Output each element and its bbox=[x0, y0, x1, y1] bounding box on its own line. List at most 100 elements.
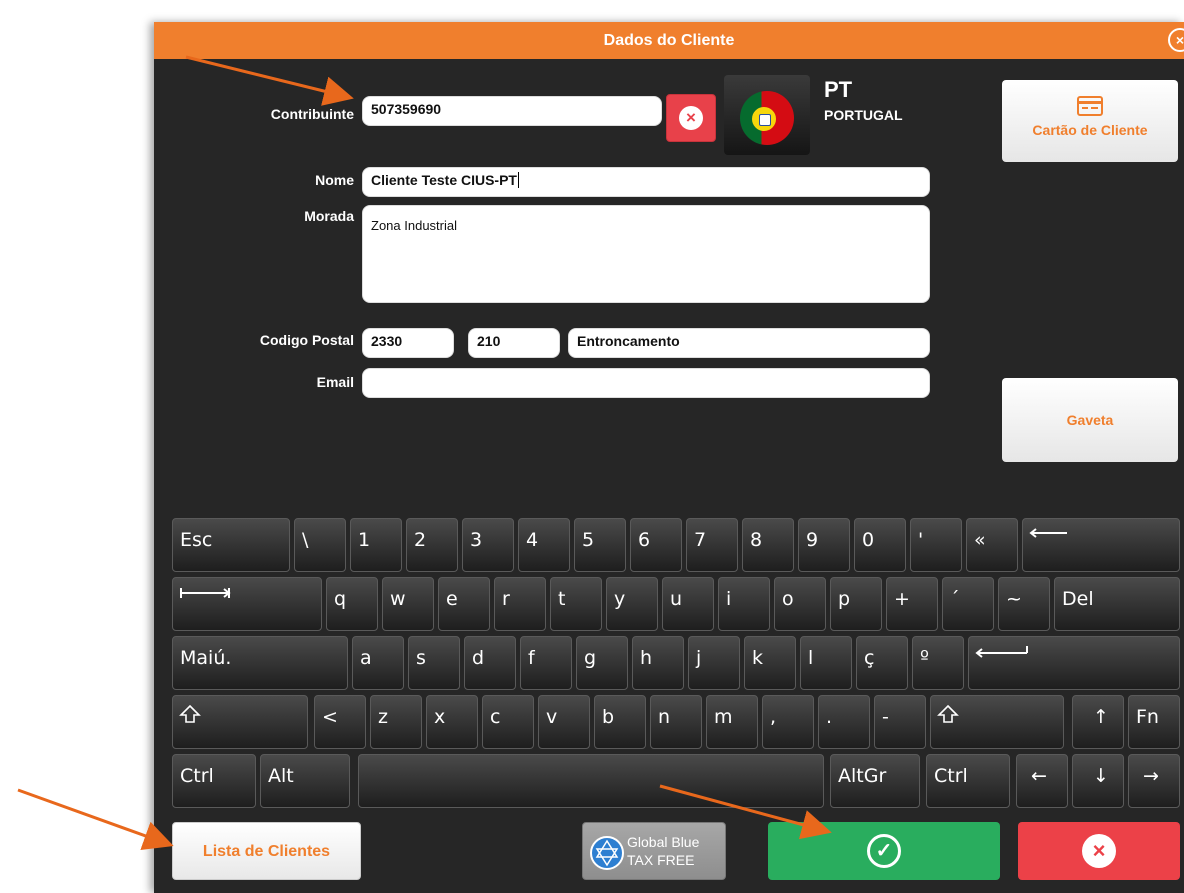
key-hyphen[interactable]: - bbox=[874, 695, 926, 749]
country-select-button[interactable] bbox=[724, 75, 810, 155]
check-circle-icon: ✓ bbox=[867, 834, 901, 868]
card-icon bbox=[1077, 96, 1103, 116]
key-j[interactable]: j bbox=[688, 636, 740, 690]
gaveta-label: Gaveta bbox=[1066, 412, 1114, 428]
localidade-field[interactable]: Entroncamento bbox=[568, 328, 930, 358]
key-arrow-up[interactable]: ↑ bbox=[1072, 695, 1124, 749]
contribuinte-field[interactable]: 507359690 bbox=[362, 96, 662, 126]
key-4[interactable]: 4 bbox=[518, 518, 570, 572]
key-t[interactable]: t bbox=[550, 577, 602, 631]
key-x[interactable]: x bbox=[426, 695, 478, 749]
key-g[interactable]: g bbox=[576, 636, 628, 690]
key-n[interactable]: n bbox=[650, 695, 702, 749]
key-k[interactable]: k bbox=[744, 636, 796, 690]
key-del[interactable]: Del bbox=[1054, 577, 1180, 631]
key-l[interactable]: l bbox=[800, 636, 852, 690]
key-shift-right[interactable] bbox=[930, 695, 1064, 749]
cartao-cliente-label: Cartão de Cliente bbox=[1032, 122, 1148, 138]
key-m[interactable]: m bbox=[706, 695, 758, 749]
morada-field[interactable]: Zona Industrial bbox=[362, 205, 930, 303]
close-circle-icon: × bbox=[1082, 834, 1116, 868]
key-altgr[interactable]: AltGr bbox=[830, 754, 920, 808]
key-5[interactable]: 5 bbox=[574, 518, 626, 572]
key-8[interactable]: 8 bbox=[742, 518, 794, 572]
clear-contribuinte-button[interactable]: × bbox=[666, 94, 716, 142]
confirm-button[interactable]: ✓ bbox=[768, 822, 1000, 880]
key-q[interactable]: q bbox=[326, 577, 378, 631]
shift-icon bbox=[937, 704, 959, 723]
close-icon[interactable]: × bbox=[1168, 28, 1184, 52]
key-h[interactable]: h bbox=[632, 636, 684, 690]
key-period[interactable]: . bbox=[818, 695, 870, 749]
key-e[interactable]: e bbox=[438, 577, 490, 631]
key-c-cedilla[interactable]: ç bbox=[856, 636, 908, 690]
cartao-cliente-button[interactable]: Cartão de Cliente bbox=[1002, 80, 1178, 162]
key-s[interactable]: s bbox=[408, 636, 460, 690]
key-alt[interactable]: Alt bbox=[260, 754, 350, 808]
key-a[interactable]: a bbox=[352, 636, 404, 690]
close-circle-icon: × bbox=[679, 106, 703, 130]
dialog-title-bar: Dados do Cliente × bbox=[154, 22, 1184, 59]
codigo-postal-field-2[interactable]: 210 bbox=[468, 328, 560, 358]
contribuinte-label: Contribuinte bbox=[270, 106, 354, 122]
tax-free-label: TAX FREE bbox=[627, 852, 695, 868]
country-name: PORTUGAL bbox=[824, 107, 903, 123]
tab-icon bbox=[180, 588, 231, 598]
codigo-postal-label: Codigo Postal bbox=[259, 332, 354, 348]
key-b[interactable]: b bbox=[594, 695, 646, 749]
key-c[interactable]: c bbox=[482, 695, 534, 749]
key-1[interactable]: 1 bbox=[350, 518, 402, 572]
portugal-flag-icon bbox=[740, 91, 794, 145]
key-plus[interactable]: + bbox=[886, 577, 938, 631]
email-field[interactable] bbox=[362, 368, 930, 398]
key-esc[interactable]: Esc bbox=[172, 518, 290, 572]
key-0[interactable]: 0 bbox=[854, 518, 906, 572]
key-y[interactable]: y bbox=[606, 577, 658, 631]
key-backslash[interactable]: \ bbox=[294, 518, 346, 572]
key-z[interactable]: z bbox=[370, 695, 422, 749]
key-apostrophe[interactable]: ' bbox=[910, 518, 962, 572]
nome-label: Nome bbox=[315, 172, 354, 188]
key-backspace[interactable] bbox=[1022, 518, 1180, 572]
key-d[interactable]: d bbox=[464, 636, 516, 690]
key-6[interactable]: 6 bbox=[630, 518, 682, 572]
cancel-button[interactable]: × bbox=[1018, 822, 1180, 880]
codigo-postal-field-1[interactable]: 2330 bbox=[362, 328, 454, 358]
key-ctrl-left[interactable]: Ctrl bbox=[172, 754, 256, 808]
key-tilde[interactable]: ~ bbox=[998, 577, 1050, 631]
key-u[interactable]: u bbox=[662, 577, 714, 631]
key-arrow-down[interactable]: ↓ bbox=[1072, 754, 1124, 808]
nome-field[interactable]: Cliente Teste CIUS-PT bbox=[362, 167, 930, 197]
key-r[interactable]: r bbox=[494, 577, 546, 631]
key-v[interactable]: v bbox=[538, 695, 590, 749]
key-tab[interactable] bbox=[172, 577, 322, 631]
email-label: Email bbox=[316, 374, 354, 390]
key-space[interactable] bbox=[358, 754, 824, 808]
key-2[interactable]: 2 bbox=[406, 518, 458, 572]
key-shift-left[interactable] bbox=[172, 695, 308, 749]
key-ordinal[interactable]: º bbox=[912, 636, 964, 690]
gaveta-button[interactable]: Gaveta bbox=[1002, 378, 1178, 462]
key-ctrl-right[interactable]: Ctrl bbox=[926, 754, 1010, 808]
key-arrow-right[interactable]: → bbox=[1128, 754, 1180, 808]
key-acute[interactable]: ´ bbox=[942, 577, 994, 631]
key-i[interactable]: i bbox=[718, 577, 770, 631]
key-w[interactable]: w bbox=[382, 577, 434, 631]
key-p[interactable]: p bbox=[830, 577, 882, 631]
key-f[interactable]: f bbox=[520, 636, 572, 690]
key-arrow-left[interactable]: ← bbox=[1016, 754, 1068, 808]
key-comma[interactable]: , bbox=[762, 695, 814, 749]
key-fn[interactable]: Fn bbox=[1128, 695, 1180, 749]
global-blue-tax-free-button[interactable]: Global Blue TAX FREE bbox=[582, 822, 726, 880]
key-less-than[interactable]: < bbox=[314, 695, 366, 749]
key-9[interactable]: 9 bbox=[798, 518, 850, 572]
key-7[interactable]: 7 bbox=[686, 518, 738, 572]
nome-value: Cliente Teste CIUS-PT bbox=[371, 172, 517, 188]
lista-clientes-button[interactable]: Lista de Clientes bbox=[172, 822, 361, 880]
key-guillemet[interactable]: « bbox=[966, 518, 1018, 572]
key-3[interactable]: 3 bbox=[462, 518, 514, 572]
key-caps[interactable]: Maiú. bbox=[172, 636, 348, 690]
global-blue-label: Global Blue bbox=[627, 834, 700, 850]
key-o[interactable]: o bbox=[774, 577, 826, 631]
key-enter[interactable] bbox=[968, 636, 1180, 690]
